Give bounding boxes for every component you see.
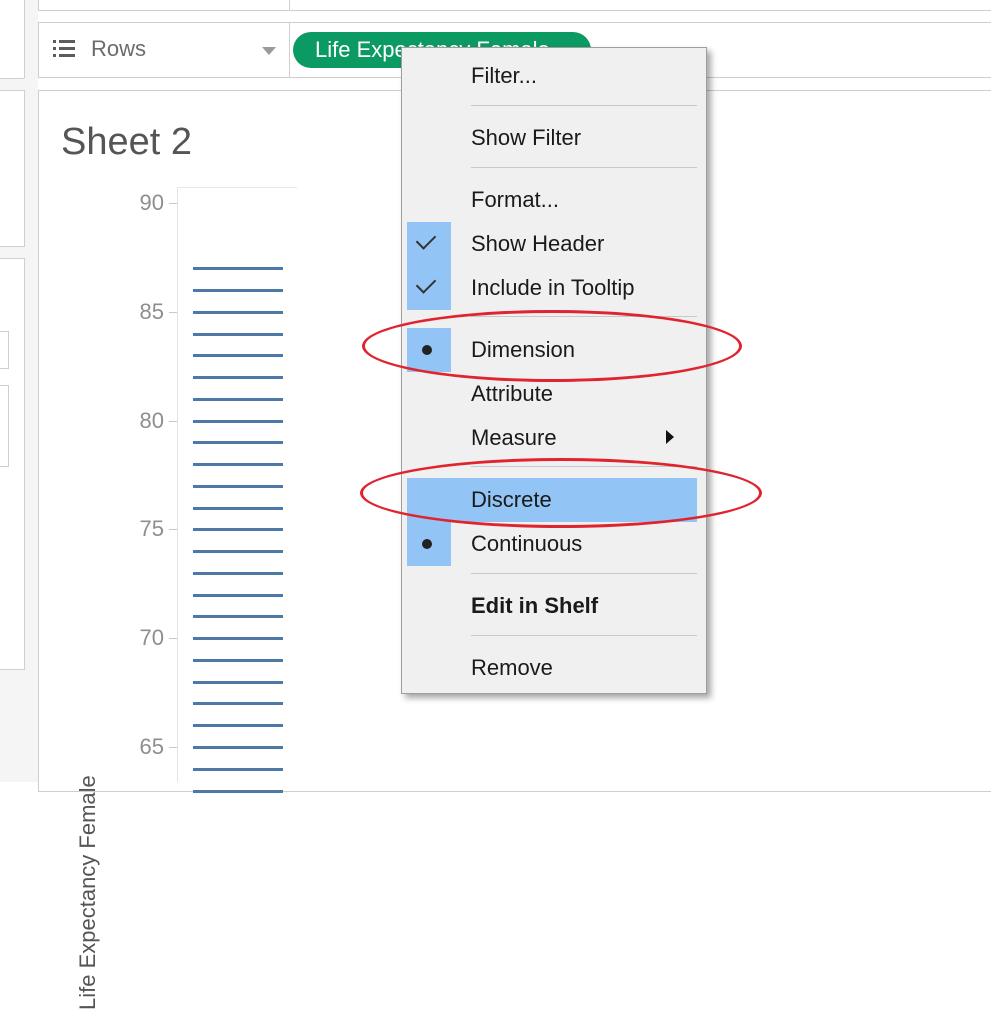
y-axis-tick [169, 747, 177, 748]
submenu-arrow-icon [666, 430, 674, 444]
menu-item-show-filter[interactable]: Show Filter [402, 116, 706, 160]
y-axis-tick [169, 529, 177, 531]
chart-mark[interactable] [193, 724, 283, 728]
menu-item-show-header[interactable]: Show Header [402, 222, 706, 266]
chart-mark[interactable] [193, 680, 283, 684]
menu-separator [471, 105, 697, 106]
menu-item-label: Edit in Shelf [471, 593, 599, 618]
chart-mark[interactable] [193, 789, 283, 793]
y-axis-tick-label: 80 [139, 407, 164, 433]
chart-mark[interactable] [193, 289, 283, 293]
menu-item-label: Continuous [471, 531, 583, 556]
chart-mark[interactable] [193, 463, 283, 467]
chart-mark[interactable] [193, 419, 283, 423]
chart-mark[interactable] [193, 397, 283, 401]
left-panel-box [0, 385, 9, 467]
y-axis-tick-label: 75 [139, 516, 164, 542]
menu-item-remove[interactable]: Remove [402, 646, 706, 690]
y-axis-tick-label: 90 [139, 190, 164, 215]
menu-item-label: Include in Tooltip [471, 275, 635, 300]
chart-mark[interactable] [193, 550, 283, 554]
y-axis-tick-label: 85 [139, 298, 164, 324]
chart-mark[interactable] [193, 528, 283, 532]
menu-item-label: Attribute [471, 381, 553, 406]
menu-item-label: Format... [471, 187, 560, 212]
chart-mark[interactable] [193, 702, 283, 706]
menu-item-label: Show Header [471, 231, 605, 256]
columns-shelf[interactable] [38, 0, 991, 11]
menu-item-continuous[interactable]: Continuous [402, 522, 706, 566]
y-axis-tick [169, 420, 177, 422]
y-axis-tick [169, 203, 177, 204]
chart-mark[interactable] [193, 484, 283, 488]
menu-item-label: Remove [471, 655, 553, 680]
chart-mark[interactable] [193, 767, 283, 771]
chart-mark[interactable] [193, 746, 283, 749]
rows-icon [53, 39, 75, 59]
shelf-divider [289, 0, 290, 10]
annotation-ellipse-discrete [360, 458, 762, 528]
rows-label: Rows [91, 36, 147, 61]
menu-separator [471, 573, 697, 574]
chart-top-border [177, 187, 297, 188]
chart-mark[interactable] [193, 441, 283, 445]
bullet-icon [422, 539, 432, 549]
y-axis-tick [169, 311, 177, 313]
menu-item-edit-in-shelf[interactable]: Edit in Shelf [402, 584, 706, 628]
menu-item-include-in-tooltip[interactable]: Include in Tooltip [402, 266, 706, 310]
chart-mark[interactable] [193, 332, 283, 336]
left-panel-bottom [0, 258, 25, 670]
menu-item-label: Filter... [471, 63, 538, 88]
chart-mark[interactable] [193, 310, 283, 314]
chart-mark[interactable] [193, 354, 283, 358]
y-axis-line [177, 187, 178, 782]
rows-shelf-label-area[interactable]: Rows [39, 23, 290, 77]
y-axis-title: Life Expectancy Female [75, 775, 100, 1010]
left-panel-strip [0, 0, 38, 782]
left-panel-middle [0, 90, 25, 247]
annotation-ellipse-dimension [362, 310, 742, 382]
sheet-title: Sheet 2 [61, 121, 192, 163]
chart-mark[interactable] [193, 267, 283, 271]
chart-mark[interactable] [193, 615, 283, 619]
chart-mark[interactable] [193, 376, 283, 380]
left-panel-box [0, 331, 9, 369]
y-axis-tick-label: 65 [139, 734, 164, 759]
menu-separator [471, 167, 697, 168]
y-axis-tick-label: 70 [139, 625, 164, 651]
menu-item-label: Show Filter [471, 125, 582, 150]
chart-mark[interactable] [193, 658, 283, 662]
y-axis-tick [169, 638, 177, 640]
chart-mark[interactable] [193, 593, 283, 597]
menu-item-format[interactable]: Format... [402, 178, 706, 222]
chart-mark[interactable] [193, 506, 283, 510]
chart-mark[interactable] [193, 637, 283, 641]
menu-separator [471, 635, 697, 636]
menu-item-measure[interactable]: Measure [402, 416, 706, 460]
menu-item-filter[interactable]: Filter... [402, 54, 706, 98]
menu-item-label: Measure [471, 425, 557, 450]
left-panel-top [0, 0, 25, 79]
chart-mark[interactable] [193, 571, 283, 575]
chevron-down-icon[interactable] [262, 47, 276, 55]
